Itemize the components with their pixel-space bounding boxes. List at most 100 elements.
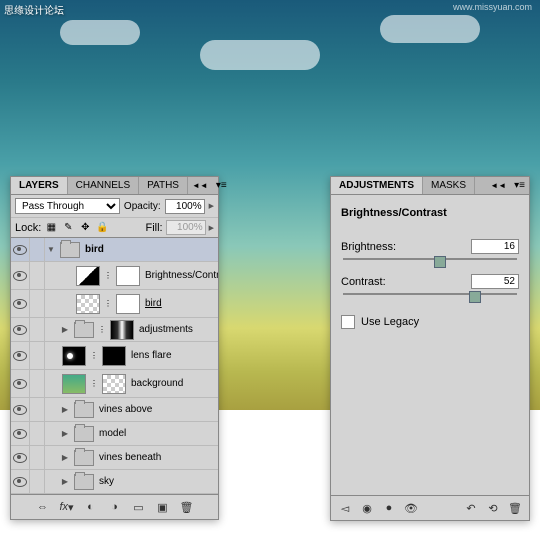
- layer-name[interactable]: adjustments: [137, 324, 218, 335]
- fill-dropdown-icon[interactable]: ▶: [209, 224, 214, 232]
- adj-footer: ◅ ◉ ● 👁 ↶ ⟲ 🗑: [331, 495, 529, 520]
- visibility-toggle[interactable]: [11, 470, 30, 493]
- layers-footer: ⇔ fx▾ ◐ ◑ ▭ ▣ 🗑: [11, 494, 218, 519]
- layer-name[interactable]: background: [129, 378, 218, 389]
- layer-name[interactable]: vines beneath: [97, 452, 218, 463]
- adjustment-layer-icon[interactable]: ◑: [107, 499, 123, 515]
- delete-adjustment-icon[interactable]: 🗑: [507, 500, 523, 516]
- visibility-toggle[interactable]: [11, 238, 30, 261]
- lock-transparency-icon[interactable]: ▦: [44, 221, 58, 235]
- mask-link-icon[interactable]: ⋮: [97, 327, 107, 333]
- expand-toggle[interactable]: ▶: [59, 325, 71, 334]
- layer-name[interactable]: Brightness/Contrast 4: [143, 270, 218, 281]
- visibility-toggle[interactable]: [11, 398, 30, 421]
- layer-row[interactable]: ▶ sky: [11, 470, 218, 494]
- tab-layers[interactable]: LAYERS: [11, 177, 68, 194]
- tab-channels[interactable]: CHANNELS: [68, 177, 139, 194]
- layer-row[interactable]: ⋮ Brightness/Contrast 4: [11, 262, 218, 290]
- folder-icon: [74, 426, 94, 442]
- visibility-toggle[interactable]: [11, 370, 30, 397]
- layer-fx-icon[interactable]: fx▾: [59, 499, 75, 515]
- panel-menu-icon[interactable]: ▾≡: [212, 180, 231, 191]
- eye-icon: [13, 405, 27, 415]
- fill-value[interactable]: 100%: [166, 220, 206, 235]
- visibility-toggle[interactable]: [11, 446, 30, 469]
- mask-link-icon[interactable]: ⋮: [103, 273, 113, 279]
- visibility-toggle[interactable]: [11, 318, 30, 341]
- visibility-toggle[interactable]: [11, 342, 30, 369]
- folder-icon: [74, 322, 94, 338]
- layer-name[interactable]: lens flare: [129, 350, 218, 361]
- layer-thumb: [62, 346, 86, 366]
- new-layer-icon[interactable]: ▣: [155, 499, 171, 515]
- opacity-value[interactable]: 100%: [165, 199, 205, 214]
- eye-icon: [13, 271, 27, 281]
- brightness-slider[interactable]: [343, 258, 517, 260]
- contrast-slider-thumb[interactable]: [469, 291, 481, 303]
- mask-link-icon[interactable]: ⋮: [89, 381, 99, 387]
- contrast-input[interactable]: [471, 274, 519, 289]
- visibility-toggle[interactable]: [11, 290, 30, 317]
- layer-name[interactable]: sky: [97, 476, 218, 487]
- clip-to-layer-icon[interactable]: ●: [381, 500, 397, 516]
- lock-all-icon[interactable]: 🔒: [95, 221, 109, 235]
- cloud: [60, 20, 140, 45]
- expand-toggle[interactable]: ▶: [59, 429, 71, 438]
- eye-icon: [13, 245, 27, 255]
- new-group-icon[interactable]: ▭: [131, 499, 147, 515]
- visibility-toggle[interactable]: [11, 262, 30, 289]
- adj-body: Brightness/Contrast Brightness: Contrast…: [331, 195, 529, 335]
- blend-row: Pass Through Opacity: 100% ▶: [11, 195, 218, 218]
- layer-row[interactable]: ▶ ⋮ adjustments: [11, 318, 218, 342]
- link-cell: [30, 446, 45, 469]
- eye-icon: [13, 299, 27, 309]
- layer-name[interactable]: bird: [143, 298, 218, 309]
- return-icon[interactable]: ◅: [337, 500, 353, 516]
- mask-link-icon[interactable]: ⋮: [89, 353, 99, 359]
- layer-row[interactable]: ⋮ lens flare: [11, 342, 218, 370]
- contrast-slider[interactable]: [343, 293, 517, 295]
- expand-toggle[interactable]: ▶: [59, 477, 71, 486]
- eye-icon: [13, 325, 27, 335]
- tab-paths[interactable]: PATHS: [139, 177, 188, 194]
- layer-name[interactable]: vines above: [97, 404, 218, 415]
- opacity-dropdown-icon[interactable]: ▶: [209, 202, 214, 210]
- link-layers-icon[interactable]: ⇔: [35, 499, 51, 515]
- add-mask-icon[interactable]: ◐: [83, 499, 99, 515]
- expand-toggle[interactable]: ▼: [45, 245, 57, 254]
- blend-mode-select[interactable]: Pass Through: [15, 198, 120, 214]
- panel-menu-icon[interactable]: ▾≡: [510, 180, 529, 191]
- layer-row[interactable]: ▶ vines beneath: [11, 446, 218, 470]
- layer-list: ▼ bird ⋮ Brightness/Contrast 4 ⋮ bird ▶ ⋮ adjust…: [11, 238, 218, 494]
- layer-row[interactable]: ▶ vines above: [11, 398, 218, 422]
- tab-masks[interactable]: MASKS: [423, 177, 475, 194]
- adj-tabs: ADJUSTMENTS MASKS ◄◄ ▾≡: [331, 177, 529, 195]
- toggle-visibility-icon[interactable]: 👁: [403, 500, 419, 516]
- layer-name[interactable]: model: [97, 428, 218, 439]
- use-legacy-row[interactable]: Use Legacy: [341, 315, 519, 329]
- folder-icon: [74, 474, 94, 490]
- link-cell: [30, 238, 45, 261]
- layer-row[interactable]: ▼ bird: [11, 238, 218, 262]
- brightness-input[interactable]: [471, 239, 519, 254]
- layer-name[interactable]: bird: [83, 244, 218, 255]
- mask-link-icon[interactable]: ⋮: [103, 301, 113, 307]
- expand-toggle[interactable]: ▶: [59, 453, 71, 462]
- layer-row[interactable]: ▶ model: [11, 422, 218, 446]
- visibility-toggle[interactable]: [11, 422, 30, 445]
- reset-icon[interactable]: ⟲: [485, 500, 501, 516]
- layer-row[interactable]: ⋮ background: [11, 370, 218, 398]
- expand-view-icon[interactable]: ◉: [359, 500, 375, 516]
- panel-collapse-icon[interactable]: ◄◄: [188, 181, 212, 190]
- tab-adjustments[interactable]: ADJUSTMENTS: [331, 177, 423, 194]
- adjustment-thumb: [76, 266, 100, 286]
- previous-state-icon[interactable]: ↶: [463, 500, 479, 516]
- expand-toggle[interactable]: ▶: [59, 405, 71, 414]
- layer-row[interactable]: ⋮ bird: [11, 290, 218, 318]
- panel-collapse-icon[interactable]: ◄◄: [486, 181, 510, 190]
- brightness-slider-thumb[interactable]: [434, 256, 446, 268]
- use-legacy-checkbox[interactable]: [341, 315, 355, 329]
- lock-paint-icon[interactable]: ✎: [61, 221, 75, 235]
- lock-position-icon[interactable]: ✥: [78, 221, 92, 235]
- delete-layer-icon[interactable]: 🗑: [179, 499, 195, 515]
